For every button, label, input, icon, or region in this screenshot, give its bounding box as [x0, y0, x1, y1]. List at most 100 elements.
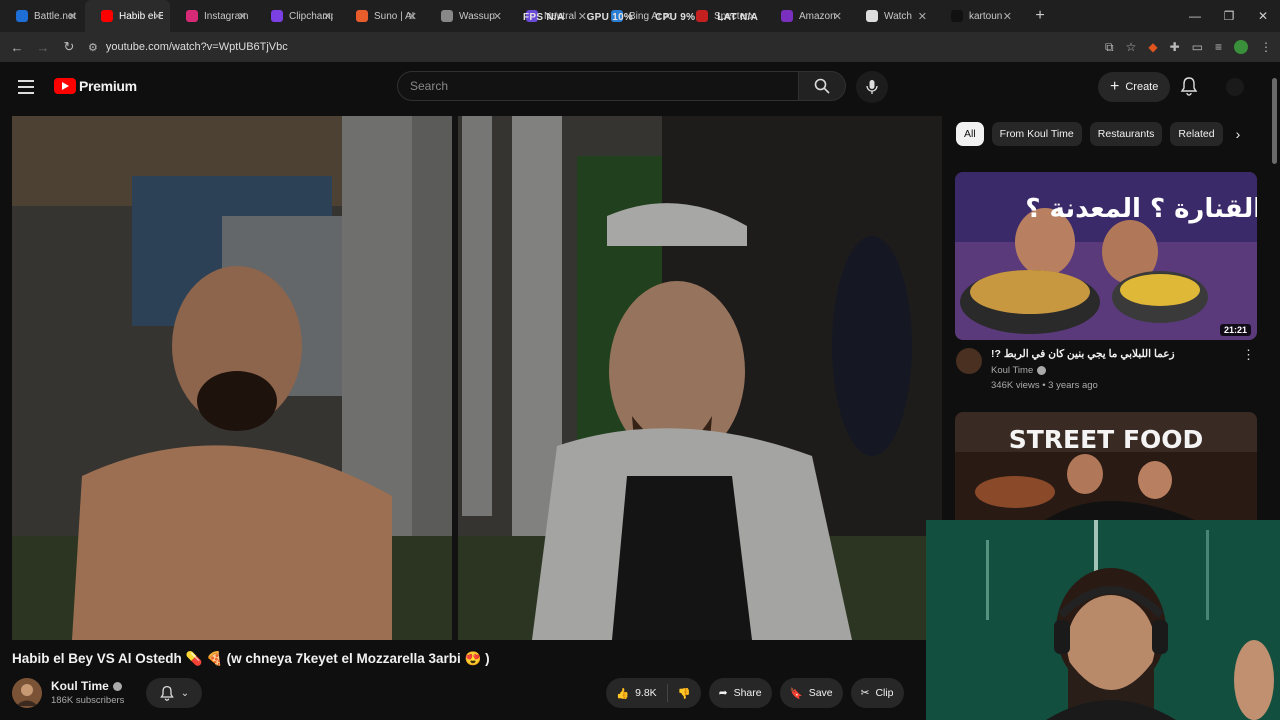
more-options-icon[interactable]: ⋮ [1242, 348, 1255, 361]
tab-favicon-icon [781, 10, 793, 22]
bookmark-star-icon[interactable]: ☆ [1126, 40, 1137, 54]
recommendation-item[interactable]: الربط ! القنارة ؟ المعدنة ؟ 21:21 زعما ا… [955, 172, 1257, 400]
chip-related[interactable]: Related [1170, 122, 1223, 146]
channel-avatar[interactable] [12, 678, 42, 708]
reload-icon[interactable]: ↻ [56, 39, 82, 55]
share-label: Share [733, 687, 762, 699]
channel-name-text: Koul Time [51, 679, 109, 693]
url-text: youtube.com/watch?v=WptUB6TjVbc [105, 41, 288, 53]
channel-avatar-image [12, 678, 42, 708]
browser-tab[interactable]: Suno | AI ✕ [340, 0, 425, 32]
extension-icon[interactable]: ◆ [1148, 40, 1157, 54]
create-label: Create [1125, 81, 1159, 93]
performance-overlay: FPS N/A GPU 10% CPU 9% LAT N/A [523, 12, 758, 23]
notifications-button[interactable] [1180, 76, 1198, 101]
tab-close-icon[interactable]: ✕ [153, 10, 162, 23]
thumbs-up-icon: 👍 [616, 687, 630, 700]
bell-icon [160, 685, 174, 701]
recommendation-thumbnail[interactable]: STREET FOOD [955, 412, 1257, 520]
address-bar-row: ← → ↻ ⚙ youtube.com/watch?v=WptUB6TjVbc … [0, 32, 1280, 62]
clip-label: Clip [875, 687, 894, 699]
recommendation-title[interactable]: زعما اللبلابي ما يجي بنين كان في الربط ?… [991, 348, 1211, 360]
browser-tab[interactable]: Battle.net ✕ [0, 0, 85, 32]
recommendation-channel-avatar[interactable] [956, 348, 982, 374]
media-control-icon[interactable]: ≡ [1215, 40, 1222, 54]
channel-name[interactable]: Koul Time [51, 679, 122, 693]
close-window-button[interactable]: ✕ [1246, 0, 1280, 32]
video-player[interactable] [12, 116, 942, 640]
subscription-notification-button[interactable]: ⌄ [146, 678, 202, 708]
video-duration: 21:21 [1219, 324, 1251, 336]
like-count: 9.8K [635, 687, 657, 699]
site-settings-icon[interactable]: ⚙ [88, 41, 98, 54]
new-tab-button[interactable]: + [1028, 7, 1052, 25]
browser-tab[interactable]: kartoun ✕ [935, 0, 1020, 32]
verified-badge-icon [112, 682, 122, 692]
forward-icon[interactable]: → [30, 40, 56, 55]
extensions-puzzle-icon[interactable]: ✚ [1170, 40, 1180, 54]
thumbnail-image: الربط ! القنارة ؟ المعدنة ؟ [955, 172, 1257, 340]
dislike-button[interactable]: 👎 [668, 678, 701, 708]
tab-favicon-icon [186, 10, 198, 22]
create-button[interactable]: + Create [1098, 72, 1171, 102]
search-button[interactable] [798, 71, 846, 101]
microphone-icon [866, 80, 878, 94]
browser-tab[interactable]: Habib el Bey✕ [85, 0, 170, 32]
browser-menu-icon[interactable]: ⋮ [1260, 40, 1272, 54]
back-icon[interactable]: ← [4, 40, 30, 55]
bell-icon [1180, 77, 1198, 96]
tab-favicon-icon [356, 10, 368, 22]
search-input[interactable]: Search [397, 71, 798, 101]
maximize-button[interactable]: ❐ [1212, 0, 1246, 32]
page-scrollbar-thumb[interactable] [1272, 78, 1277, 164]
save-label: Save [808, 687, 833, 699]
plus-icon: + [1110, 78, 1120, 95]
search-icon [814, 78, 830, 94]
tab-close-icon[interactable]: ✕ [323, 10, 332, 23]
tab-favicon-icon [271, 10, 283, 22]
share-button[interactable]: ➦ Share [708, 678, 772, 708]
sidebar-icon[interactable]: ▭ [1192, 40, 1203, 54]
tab-close-icon[interactable]: ✕ [68, 10, 77, 23]
url-field[interactable]: ⚙ youtube.com/watch?v=WptUB6TjVbc [88, 41, 288, 54]
tab-close-icon[interactable]: ✕ [833, 10, 842, 23]
browser-tab[interactable]: Watch ✕ [850, 0, 935, 32]
like-button[interactable]: 👍 9.8K [606, 678, 667, 708]
browser-tab[interactable]: Amazon ✕ [765, 0, 850, 32]
minimize-button[interactable]: — [1178, 0, 1212, 32]
tab-close-icon[interactable]: ✕ [238, 10, 247, 23]
thumbnail-overlay-text: STREET FOOD [1009, 425, 1204, 454]
thumbs-down-icon: 👎 [677, 687, 691, 700]
recommendation-item[interactable]: STREET FOOD [955, 412, 1257, 520]
tab-close-icon[interactable]: ✕ [1003, 10, 1012, 23]
filter-chips: All From Koul Time Restaurants Related [956, 122, 1246, 148]
hamburger-menu-icon[interactable] [18, 80, 34, 94]
browser-tab[interactable]: Instagram ✕ [170, 0, 255, 32]
youtube-play-icon [54, 78, 76, 94]
youtube-premium-logo[interactable]: Premium [54, 78, 137, 94]
recommendation-channel[interactable]: Koul Time [991, 365, 1047, 376]
window-controls: — ❐ ✕ [1178, 0, 1280, 32]
tab-favicon-icon [101, 10, 113, 22]
chevron-down-icon: ⌄ [180, 687, 190, 699]
tab-close-icon[interactable]: ✕ [408, 10, 417, 23]
browser-tab[interactable]: Clipchamp ✕ [255, 0, 340, 32]
profile-avatar[interactable] [1234, 40, 1248, 54]
scissors-icon: ✂ [860, 687, 870, 699]
recommendation-meta: 346K views • 3 years ago [991, 380, 1098, 391]
browser-tab[interactable]: Wassup ✕ [425, 0, 510, 32]
install-app-icon[interactable]: ⧉ [1105, 40, 1114, 55]
voice-search-button[interactable] [856, 71, 888, 103]
recommendation-thumbnail[interactable]: الربط ! القنارة ؟ المعدنة ؟ 21:21 [955, 172, 1257, 340]
save-button[interactable]: 🔖 Save [779, 678, 843, 708]
channel-row: Koul Time 186K subscribers ⌄ 👍 9.8K 👎 ➦ … [12, 676, 932, 710]
clip-button[interactable]: ✂ Clip [850, 678, 904, 708]
account-avatar[interactable] [1226, 78, 1244, 96]
tab-close-icon[interactable]: ✕ [493, 10, 502, 23]
tab-close-icon[interactable]: ✕ [918, 10, 927, 23]
chip-from-channel[interactable]: From Koul Time [991, 122, 1082, 146]
youtube-header: Premium Search + Create [0, 62, 1280, 112]
chevron-right-icon[interactable]: › [1228, 124, 1248, 144]
chip-restaurants[interactable]: Restaurants [1089, 122, 1163, 146]
chip-all[interactable]: All [956, 122, 984, 146]
